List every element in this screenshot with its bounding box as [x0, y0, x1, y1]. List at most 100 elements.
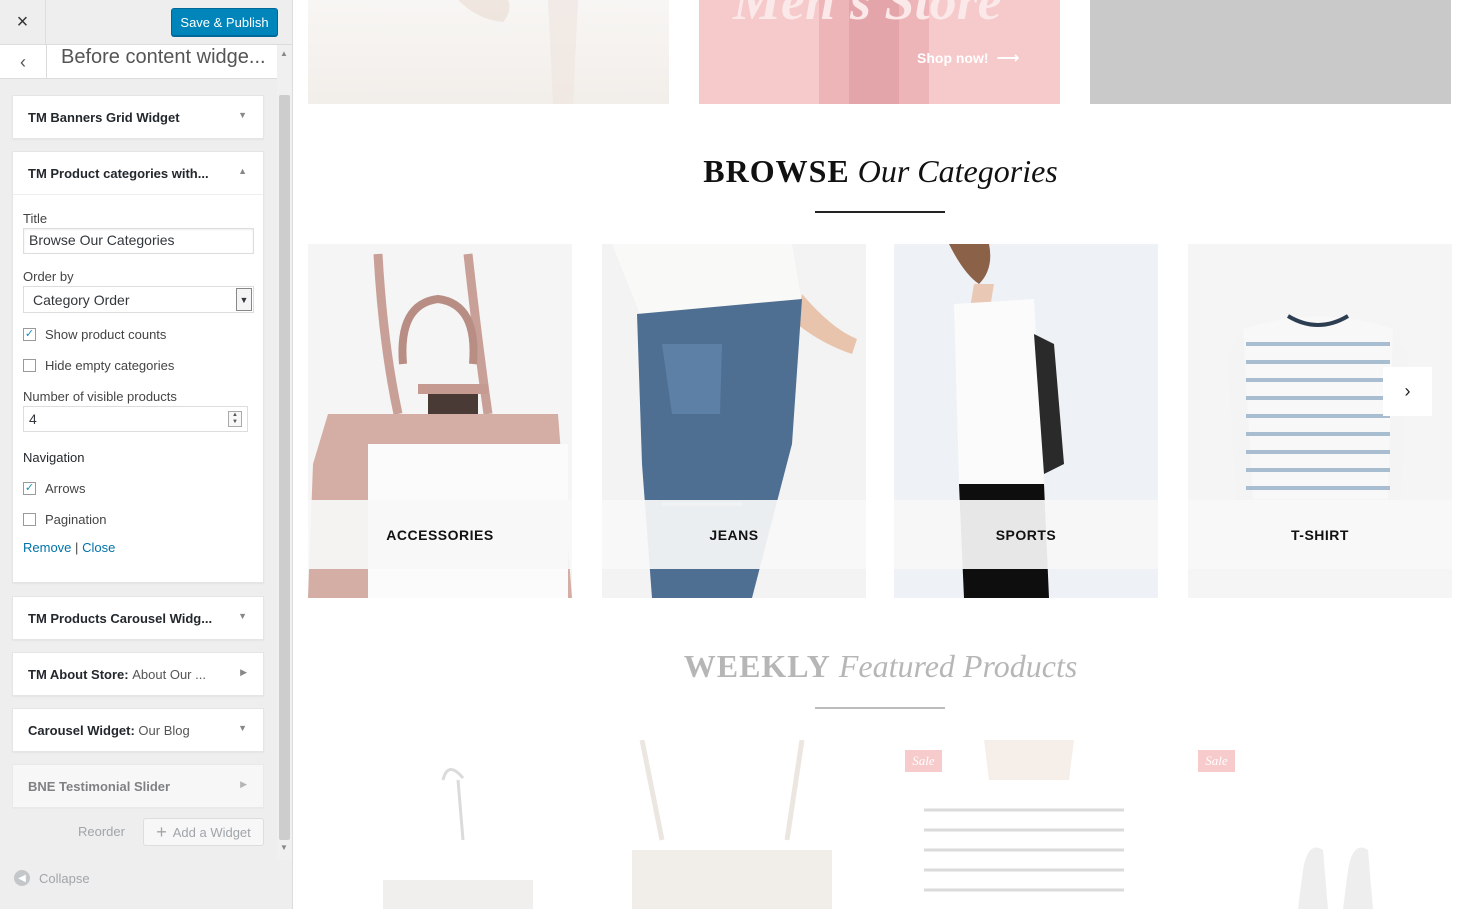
weekly-heading-bold: WEEKLY: [683, 648, 831, 684]
scroll-up-icon[interactable]: ▲: [280, 49, 288, 58]
section-title: Before content widge...: [61, 46, 266, 68]
show-counts-row[interactable]: ✓ Show product counts: [23, 327, 253, 342]
panel-scrollbar[interactable]: ▲ ▼: [277, 45, 292, 860]
weekly-heading-italic: Featured Products: [838, 648, 1078, 684]
shop-now-link[interactable]: Shop now! ⟶: [917, 48, 1019, 68]
title-input[interactable]: Browse Our Categories: [23, 228, 254, 254]
remove-link[interactable]: Remove: [23, 540, 71, 555]
drag-arrow-icon[interactable]: ▶: [240, 779, 247, 790]
category-label: ACCESSORIES: [308, 500, 572, 569]
banner-women-image: [458, 0, 578, 104]
category-label: JEANS: [602, 500, 866, 569]
widget-products-carousel[interactable]: TM Products Carousel Widg... ▼: [12, 596, 264, 640]
heading-divider: [815, 211, 945, 213]
customizer-header: × Save & Publish: [0, 0, 292, 45]
pagination-row[interactable]: Pagination: [23, 512, 253, 527]
widget-form: Title Browse Our Categories Order by Cat…: [13, 194, 263, 569]
spinner-icon[interactable]: ▲ ▼: [228, 411, 242, 427]
navigation-label: Navigation: [23, 450, 85, 465]
browse-heading-bold: BROWSE: [703, 153, 850, 189]
add-widget-label: Add a Widget: [172, 824, 251, 840]
customizer-panel: × Save & Publish ‹ Before content widge.…: [0, 0, 293, 909]
widget-carousel-blog[interactable]: Carousel Widget: Our Blog ▼: [12, 708, 264, 752]
widget-title-text: TM Product categories with...: [28, 165, 209, 181]
widget-title[interactable]: TM Product categories with... ▲: [13, 152, 263, 194]
widget-title-text: TM About Store:: [28, 666, 129, 682]
dropdown-arrow-icon[interactable]: ▼: [236, 288, 252, 311]
widget-title[interactable]: TM Banners Grid Widget ▼: [13, 96, 263, 138]
order-by-select[interactable]: Category Order ▼: [23, 286, 254, 313]
expand-arrow-icon[interactable]: ▼: [238, 611, 247, 621]
arrows-checkbox[interactable]: ✓: [23, 482, 36, 495]
expand-arrow-icon[interactable]: ▼: [238, 723, 247, 733]
add-widget-button[interactable]: + Add a Widget: [143, 818, 264, 846]
scroll-thumb[interactable]: [279, 95, 290, 840]
hide-empty-checkbox[interactable]: [23, 359, 36, 372]
category-card-sports[interactable]: SPORTS: [894, 244, 1158, 598]
pagination-checkbox[interactable]: [23, 513, 36, 526]
widget-banners-grid[interactable]: TM Banners Grid Widget ▼: [12, 95, 264, 139]
category-label: T-SHIRT: [1188, 500, 1452, 569]
widget-title-text: Carousel Widget:: [28, 722, 135, 738]
close-link[interactable]: Close: [82, 540, 115, 555]
back-arrow-icon[interactable]: ‹: [0, 45, 47, 79]
widget-product-categories: TM Product categories with... ▲ Title Br…: [12, 151, 264, 583]
browse-heading: BROWSE Our Categories: [293, 153, 1468, 190]
collapse-button[interactable]: ◀ Collapse: [14, 870, 90, 886]
product-image: [632, 740, 832, 909]
banner-mens-store[interactable]: Men's Store Shop now! ⟶: [699, 0, 1060, 104]
collapse-arrow-icon[interactable]: ▲: [238, 166, 247, 176]
widget-title[interactable]: TM Products Carousel Widg... ▼: [13, 597, 263, 639]
widget-testimonial-slider[interactable]: BNE Testimonial Slider ▶: [12, 764, 264, 808]
widget-actions: Remove | Close: [23, 540, 253, 555]
widget-title-text: TM Banners Grid Widget: [28, 109, 180, 125]
product-card[interactable]: [602, 740, 864, 909]
plus-icon: +: [156, 821, 167, 842]
widget-title-text: BNE Testimonial Slider: [28, 778, 171, 794]
category-card-tshirt[interactable]: T-SHIRT: [1188, 244, 1452, 598]
visible-products-label: Number of visible products: [23, 389, 177, 404]
carousel-next-arrow[interactable]: ›: [1383, 367, 1432, 416]
widget-subtitle: Our Blog: [138, 722, 190, 738]
arrows-label: Arrows: [45, 481, 86, 496]
collapse-label: Collapse: [39, 870, 90, 886]
shop-now-label: Shop now!: [917, 50, 989, 66]
visible-products-value: 4: [29, 411, 37, 427]
order-by-value: Category Order: [33, 292, 130, 308]
pagination-label: Pagination: [45, 512, 107, 527]
browse-heading-italic: Our Categories: [857, 153, 1058, 189]
site-preview: Men's Store Shop now! ⟶ BROWSE Our Categ…: [293, 0, 1468, 909]
arrow-right-icon: ⟶: [996, 50, 1020, 67]
order-by-label: Order by: [23, 269, 74, 284]
save-publish-button[interactable]: Save & Publish: [171, 8, 278, 36]
banner-title: Men's Store: [733, 0, 1002, 31]
drag-arrow-icon[interactable]: ▶: [240, 667, 247, 678]
widget-tools: Reorder + Add a Widget: [12, 818, 264, 846]
heading-divider: [815, 707, 945, 709]
reorder-link[interactable]: Reorder: [78, 824, 125, 839]
widget-title[interactable]: BNE Testimonial Slider ▶: [13, 765, 263, 807]
banner-gray[interactable]: [1090, 0, 1451, 104]
widget-title-text: TM Products Carousel Widg...: [28, 610, 213, 626]
widget-title[interactable]: Carousel Widget: Our Blog ▼: [13, 709, 263, 751]
weekly-heading: WEEKLY Featured Products: [293, 648, 1468, 685]
expand-arrow-icon[interactable]: ▼: [238, 110, 247, 120]
visible-products-input[interactable]: 4 ▲ ▼: [23, 406, 248, 432]
scroll-down-icon[interactable]: ▼: [280, 843, 288, 852]
banner-women[interactable]: [308, 0, 669, 104]
hide-empty-row[interactable]: Hide empty categories: [23, 358, 253, 373]
product-card[interactable]: [308, 740, 570, 909]
collapse-icon: ◀: [14, 870, 30, 886]
show-counts-label: Show product counts: [45, 327, 167, 342]
category-card-jeans[interactable]: JEANS: [602, 244, 866, 598]
section-header: ‹ Before content widge...: [0, 45, 278, 79]
arrows-row[interactable]: ✓ Arrows: [23, 481, 253, 496]
sale-badge: Sale: [1198, 750, 1235, 772]
product-image: [383, 768, 533, 909]
close-icon[interactable]: ×: [0, 0, 46, 45]
widget-title[interactable]: TM About Store: About Our ... ▶: [13, 653, 263, 695]
show-counts-checkbox[interactable]: ✓: [23, 328, 36, 341]
sale-badge: Sale: [905, 750, 942, 772]
category-card-accessories[interactable]: ACCESSORIES: [308, 244, 572, 598]
widget-about-store[interactable]: TM About Store: About Our ... ▶: [12, 652, 264, 696]
